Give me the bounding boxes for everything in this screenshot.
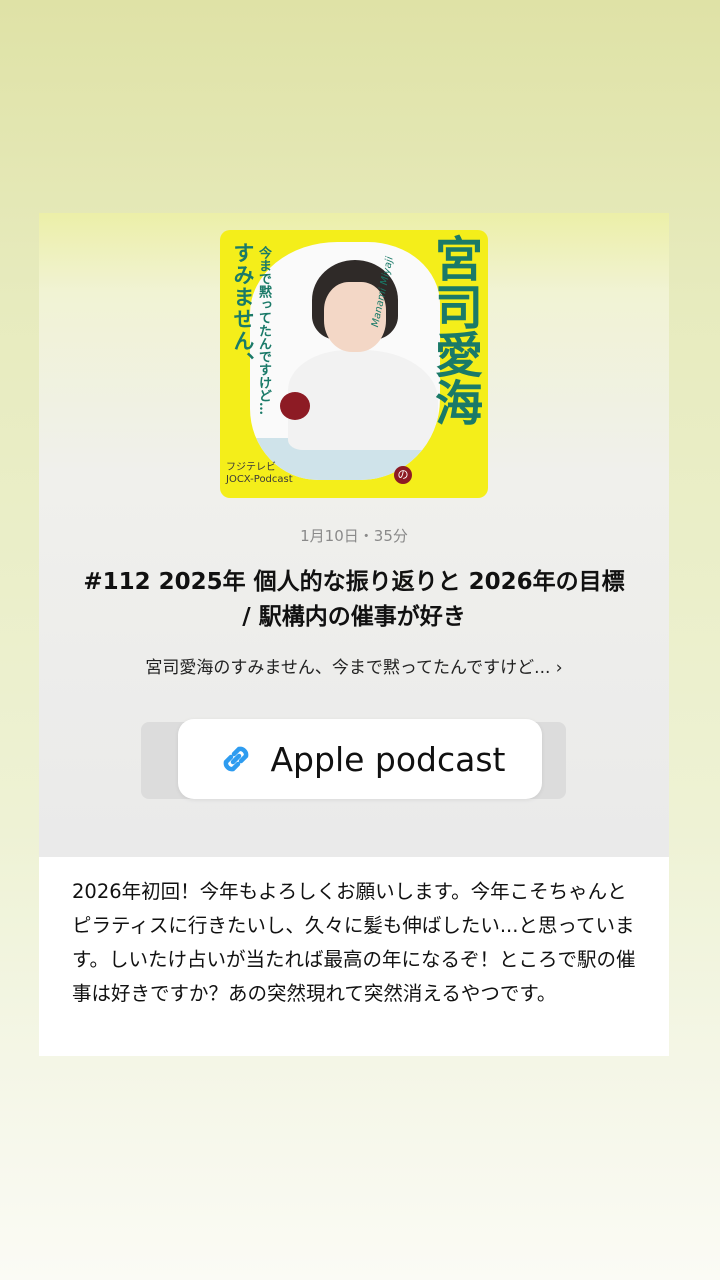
episode-meta: 1月10日・35分 — [300, 527, 408, 545]
artwork-particle: の — [394, 466, 412, 484]
artwork-photo — [250, 242, 440, 480]
artwork-subtitle: 今まで黙ってたんですけど… — [256, 246, 271, 415]
artwork-host-name: 宮司愛海 — [426, 234, 482, 426]
link-icon — [224, 746, 249, 772]
link-sticker-label: Apple podcast — [270, 739, 506, 779]
artwork-figure — [288, 350, 438, 450]
link-sticker-button[interactable]: Apple podcast — [178, 719, 542, 799]
show-link[interactable]: 宮司愛海のすみません、今まで黙ってたんですけど... › — [89, 653, 619, 678]
podcast-card[interactable]: すみません、 今まで黙ってたんですけど… 宮司愛海 の Manami Miyaj… — [39, 213, 669, 857]
podcast-artwork: すみません、 今まで黙ってたんですけど… 宮司愛海 の Manami Miyaj… — [220, 230, 488, 498]
artwork-brand: フジテレビ — [226, 462, 276, 473]
episode-description: 2026年初回！今年もよろしくお願いします。今年こそちゃんとピラティスに行きたい… — [72, 880, 636, 1005]
artwork-brand-sub: JOCX-Podcast — [226, 474, 293, 485]
episode-title: #112 2025年 個人的な振り返りと 2026年の目標 / 駅構内の催事が好… — [83, 569, 625, 630]
description-box: 2026年初回！今年もよろしくお願いします。今年こそちゃんとピラティスに行きたい… — [39, 857, 669, 1056]
apple-icon — [280, 392, 310, 420]
